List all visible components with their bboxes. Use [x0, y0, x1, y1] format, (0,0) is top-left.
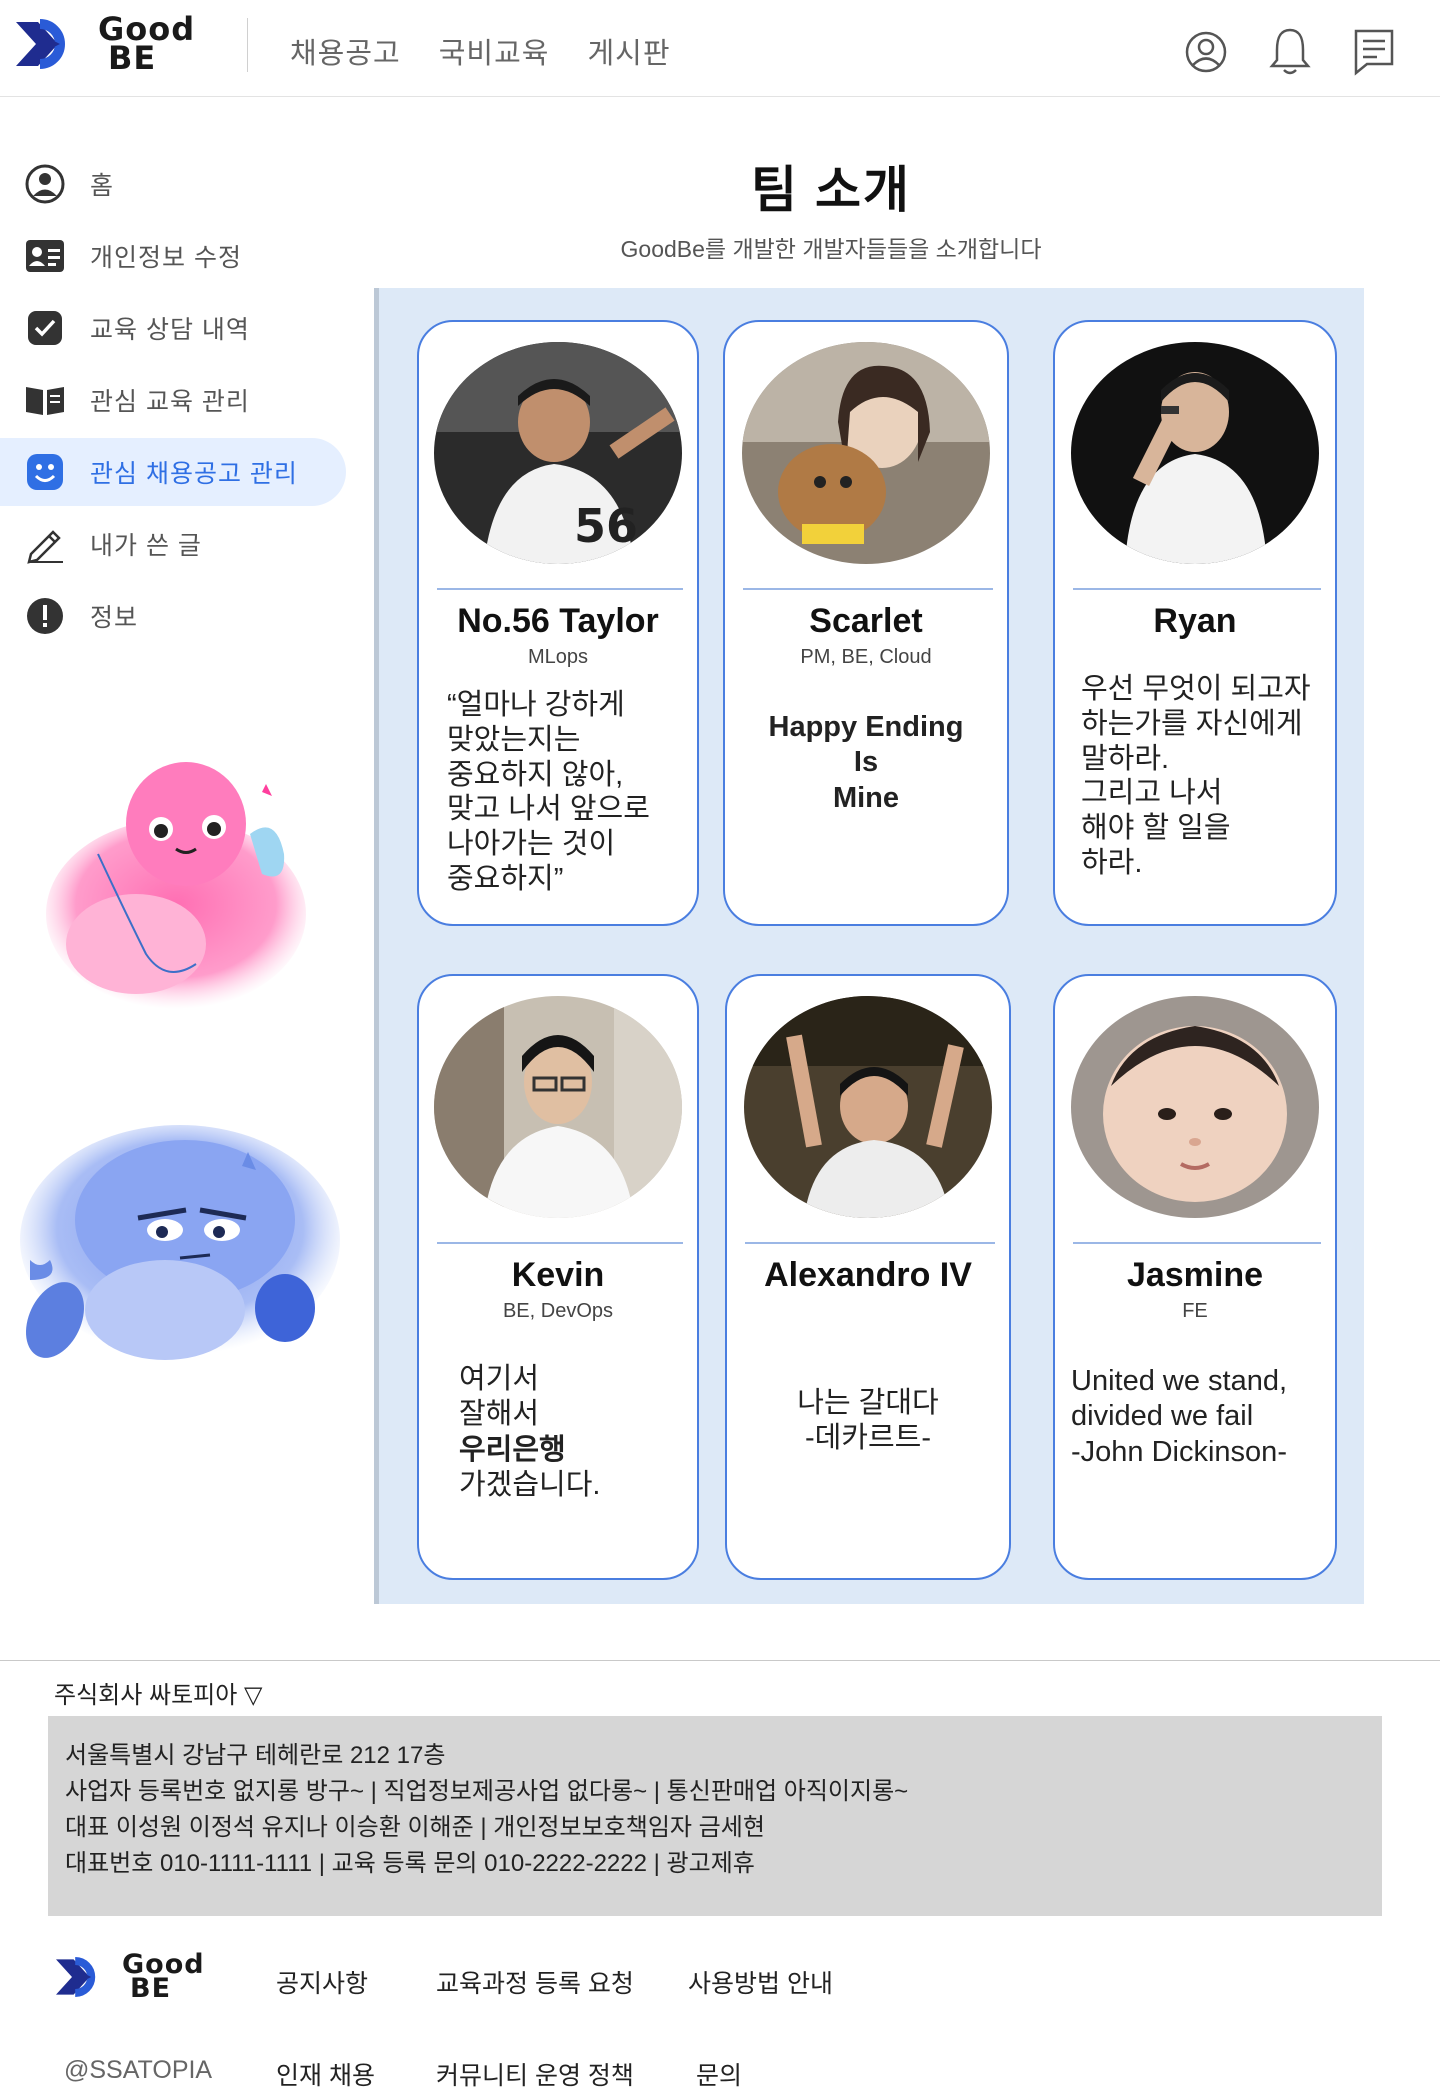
- company-representatives: 대표 이성원 이정석 유지나 이승환 이해준 | 개인정보보호책임자 금세현: [65, 1814, 765, 1841]
- team-card-taylor: 56 No.56 Taylor MLops “얼마나 강하게 맞았는지는 중요하지 …: [417, 320, 699, 926]
- member-quote: 우선 무엇이 되고자 하는가를 자신에게 말하라. 그리고 나서 해야 할 일을 하라.: [1081, 673, 1311, 879]
- footer-logo[interactable]: Good BE: [52, 1949, 205, 2005]
- header-divider: [247, 18, 248, 72]
- card-separator: [745, 1242, 995, 1244]
- footer-divider: [0, 1660, 1440, 1661]
- sidebar-item-home[interactable]: 홈: [0, 150, 350, 218]
- goodbe-logo-mark-icon: [16, 19, 65, 69]
- sidebar-item-fav-education[interactable]: 관심 교육 관리: [0, 366, 350, 434]
- member-name: Jasmine: [1126, 1256, 1264, 1294]
- bell-icon[interactable]: [1266, 24, 1314, 80]
- user-circle-icon: [24, 163, 66, 205]
- company-dropdown[interactable]: 주식회사 싸토피아 ▽: [54, 1675, 262, 1710]
- nav-jobs[interactable]: 채용공고: [290, 30, 401, 72]
- member-role: PM, BE, Cloud: [800, 646, 932, 668]
- member-name: No.56 Taylor: [457, 602, 659, 640]
- header-icons: [1182, 24, 1398, 80]
- sidebar-item-label: 관심 교육 관리: [90, 388, 250, 416]
- info-icon: [24, 595, 66, 637]
- team-card-kevin: Kevin BE, DevOps 여기서 잘해서 우리은행 가겠습니다.: [417, 974, 699, 1580]
- team-card-alexandro: Alexandro IV 나는 갈대다 -데카르트-: [725, 974, 1011, 1580]
- goodbe-logo-text: Good BE: [98, 10, 196, 77]
- team-panel: 56 No.56 Taylor MLops “얼마나 강하게 맞았는지는 중요하지 …: [374, 288, 1364, 1604]
- team-card-jasmine: Jasmine FE United we stand, divided we fa…: [1053, 974, 1337, 1580]
- member-photo: [434, 996, 682, 1218]
- nav-education[interactable]: 국비교육: [439, 30, 550, 72]
- sidebar-item-info[interactable]: 정보: [0, 582, 350, 650]
- page-title: 팀 소개: [751, 162, 911, 218]
- page-subtitle: GoodBe를 개발한 개발자들들을 소개합니다: [620, 236, 1042, 262]
- card-separator: [437, 588, 683, 590]
- member-photo: [744, 996, 992, 1218]
- team-card-scarlet: Scarlet PM, BE, Cloud Happy Ending Is Mine: [723, 320, 1009, 926]
- footer-social-handle[interactable]: @SSATOPIA: [64, 2056, 212, 2085]
- team-card-ryan: Ryan 우선 무엇이 되고자 하는가를 자신에게 말하라. 그리고 나서 해야 할 일…: [1053, 320, 1337, 926]
- footer-link-usage-guide[interactable]: 사용방법 안내: [688, 1964, 833, 2000]
- message-icon[interactable]: [1350, 24, 1398, 80]
- goodbe-logo-mark-icon: [56, 1957, 96, 1998]
- card-separator: [1073, 588, 1321, 590]
- sidebar-item-my-posts[interactable]: 내가 쓴 글: [0, 510, 350, 578]
- footer-link-community-policy[interactable]: 커뮤니티 운영 정책: [436, 2056, 634, 2092]
- sidebar: 홈 개인정보 수정 교육 상담 내역 관심 교육 관리 관심 채용공고 관리 내…: [0, 150, 350, 654]
- member-photo: [742, 342, 990, 564]
- member-quote: Happy Ending Is Mine: [768, 711, 964, 814]
- card-separator: [743, 588, 993, 590]
- top-header: Good BE 채용공고 국비교육 게시판: [0, 0, 1440, 97]
- member-photo: [1071, 996, 1319, 1218]
- member-name: Kevin: [511, 1256, 605, 1294]
- smile-icon: [24, 451, 66, 493]
- nav-board[interactable]: 게시판: [587, 30, 670, 72]
- blue-cloud-mascot: [20, 1125, 340, 1360]
- member-role: FE: [1182, 1300, 1208, 1322]
- company-address: 서울특별시 강남구 테헤란로 212 17층: [65, 1742, 446, 1769]
- check-box-icon: [24, 307, 66, 349]
- card-separator: [437, 1242, 683, 1244]
- company-info-box: 서울특별시 강남구 테헤란로 212 17층 사업자 등록번호 없지롱 방구~ …: [48, 1716, 1382, 1916]
- sidebar-item-profile[interactable]: 개인정보 수정: [0, 222, 350, 290]
- member-name: Scarlet: [809, 602, 923, 640]
- footer-link-course-request[interactable]: 교육과정 등록 요청: [436, 1964, 634, 2000]
- sidebar-item-label: 관심 채용공고 관리: [90, 460, 298, 488]
- main-nav: 채용공고 국비교육 게시판: [290, 30, 671, 72]
- pink-cloud-mascot: [46, 762, 306, 1009]
- id-card-icon: [24, 235, 66, 277]
- sidebar-item-label: 교육 상담 내역: [90, 316, 250, 344]
- sidebar-item-label: 홈: [90, 172, 115, 200]
- member-photo: [1071, 342, 1319, 564]
- footer-link-contact[interactable]: 문의: [696, 2056, 742, 2092]
- member-quote: 나는 갈대다 -데카르트-: [797, 1387, 939, 1454]
- sidebar-item-consult-history[interactable]: 교육 상담 내역: [0, 294, 350, 362]
- goodbe-logo-text: Good BE: [122, 1949, 205, 2005]
- card-separator: [1073, 1242, 1321, 1244]
- sidebar-item-label: 정보: [90, 604, 139, 632]
- svg-text:56: 56: [574, 499, 638, 553]
- user-circle-icon[interactable]: [1182, 24, 1230, 80]
- footer-link-notice[interactable]: 공지사항: [276, 1964, 368, 2000]
- footer-link-recruit[interactable]: 인재 채용: [276, 2056, 375, 2092]
- member-quote: United we stand, divided we fail -John Dic…: [1071, 1365, 1288, 1468]
- member-quote: 여기서 잘해서 우리은행 가겠습니다.: [459, 1363, 601, 1502]
- member-quote: “얼마나 강하게 맞았는지는 중요하지 않아, 맞고 나서 앞으로 나아가는 것이 중요하…: [447, 689, 650, 895]
- company-registration: 사업자 등록번호 없지롱 방구~ | 직업정보제공사업 없다롱~ | 통신판매업…: [65, 1778, 909, 1805]
- member-name: Ryan: [1153, 602, 1237, 640]
- sidebar-item-fav-jobs[interactable]: 관심 채용공고 관리: [0, 438, 346, 506]
- sidebar-item-label: 개인정보 수정: [90, 244, 242, 272]
- member-role: BE, DevOps: [502, 1300, 614, 1322]
- member-role: MLops: [527, 646, 589, 668]
- pencil-icon: [24, 523, 66, 565]
- company-contact: 대표번호 010-1111-1111 | 교육 등록 문의 010-2222-2…: [65, 1850, 755, 1877]
- book-icon: [24, 379, 66, 421]
- member-name: Alexandro IV: [764, 1256, 972, 1294]
- sidebar-item-label: 내가 쓴 글: [90, 532, 202, 560]
- goodbe-logo[interactable]: Good BE: [14, 10, 196, 77]
- member-photo: 56: [434, 342, 682, 564]
